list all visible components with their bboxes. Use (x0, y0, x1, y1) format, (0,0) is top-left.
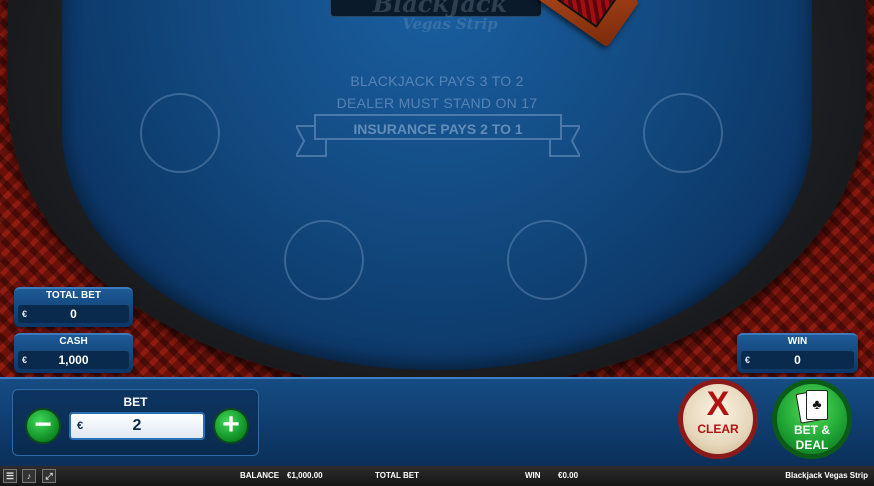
insurance-banner: INSURANCE PAYS 2 TO 1 (296, 114, 580, 158)
bet-and-deal-button[interactable]: ♣ BET & DEAL (772, 379, 852, 459)
clear-button[interactable]: X CLEAR (678, 379, 758, 459)
bet-control: BET − € 2 + (12, 389, 259, 456)
game-title: Blackjack Vegas Strip (785, 471, 868, 480)
player-spot-right[interactable] (643, 93, 723, 173)
cash-value: 1,000 (58, 353, 89, 367)
win-label: WIN (787, 336, 808, 347)
rule-dealer-stand: DEALER MUST STAND ON 17 (336, 95, 538, 111)
cash-label: CASH (59, 336, 88, 347)
bet-label: BET (123, 395, 148, 409)
total-bet-currency: € (22, 309, 28, 319)
rule-blackjack-pays: BLACKJACK PAYS 3 TO 2 (350, 73, 524, 89)
sound-icon[interactable]: ♪ (22, 469, 36, 483)
win-panel: WIN € 0 (737, 333, 858, 373)
clear-label: CLEAR (697, 422, 739, 436)
bet-currency: € (77, 420, 84, 432)
player-spot-center-right[interactable] (507, 220, 587, 300)
decrease-bet-button[interactable]: − (25, 408, 61, 444)
logo-line1: BlackJack (372, 0, 508, 18)
game-logo: BlackJack Vegas Strip (360, 0, 520, 34)
win-value: 0 (794, 353, 801, 367)
balance-label: BALANCE (240, 471, 280, 480)
statusbar-win-label: WIN (525, 471, 541, 480)
total-bet-value-box: € 0 (18, 305, 129, 323)
status-bar: ☰ ♪ ⤢ BALANCE €1,000.00 TOTAL BET WIN €0… (0, 466, 874, 486)
statusbar-total-bet-label: TOTAL BET (375, 471, 419, 480)
player-spot-center-left[interactable] (284, 220, 364, 300)
insurance-text: INSURANCE PAYS 2 TO 1 (314, 114, 562, 140)
table-rules: BLACKJACK PAYS 3 TO 2 DEALER MUST STAND … (292, 70, 582, 114)
total-bet-panel: TOTAL BET € 0 (14, 287, 133, 327)
cash-value-box: € 1,000 (18, 351, 129, 369)
win-currency: € (745, 355, 751, 365)
player-spot-left[interactable] (140, 93, 220, 173)
cash-currency: € (22, 355, 28, 365)
increase-bet-button[interactable]: + (213, 408, 249, 444)
menu-icon[interactable]: ☰ (3, 469, 17, 483)
fullscreen-icon[interactable]: ⤢ (42, 469, 56, 483)
statusbar-win-value: €0.00 (558, 471, 579, 480)
bet-amount: 2 (132, 417, 142, 434)
cash-panel: CASH € 1,000 (14, 333, 133, 373)
balance-value: €1,000.00 (287, 471, 323, 480)
deal-label-line1: BET & (794, 423, 830, 437)
deal-label-line2: DEAL (795, 438, 829, 452)
total-bet-label: TOTAL BET (46, 290, 101, 301)
bet-amount-field[interactable]: € 2 (69, 412, 205, 440)
total-bet-value: 0 (70, 307, 77, 321)
win-value-box: € 0 (741, 351, 854, 369)
club-card-icon: ♣ (806, 390, 828, 420)
clear-x-icon: X (706, 385, 730, 423)
cards-icon: ♣ (794, 390, 830, 424)
